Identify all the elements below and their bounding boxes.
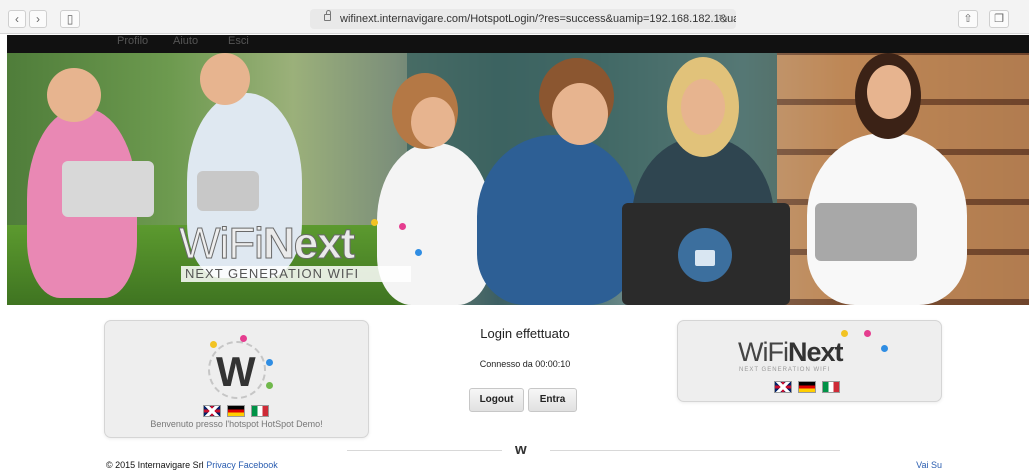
student-face (200, 53, 250, 105)
student-tablet (197, 171, 259, 211)
chevron-right-icon[interactable]: › (29, 10, 47, 28)
uk-flag[interactable] (774, 381, 792, 393)
logo-dot (266, 382, 273, 389)
germany-flag[interactable] (798, 381, 816, 393)
right-brand-card: WiFiNext NEXT GENERATION WIFI (677, 320, 942, 402)
logo-dot (881, 345, 888, 352)
uk-flag[interactable] (203, 405, 221, 417)
w-logo: W (200, 333, 278, 403)
nav-exit-link[interactable]: Esci (228, 35, 249, 47)
sidebar-icon[interactable]: ▯ (60, 10, 80, 28)
logo-letter: W (216, 348, 256, 395)
italy-flag[interactable] (822, 381, 840, 393)
logo-dot (399, 223, 406, 230)
student-face (552, 83, 608, 145)
welcome-message: Benvenuto presso l'hotspot HotSpot Demo! (150, 419, 323, 429)
footer-w-logo: w (515, 441, 527, 458)
student-tablet (815, 203, 917, 261)
chevron-left-icon[interactable]: ‹ (8, 10, 26, 28)
site-nav: Profilo Aiuto Esci (7, 35, 1029, 53)
browser-toolbar: ‹ › ▯ wifinext.internavigare.com/Hotspot… (0, 0, 1029, 34)
student-laptop (62, 161, 154, 217)
privacy-link[interactable]: Privacy (206, 460, 236, 470)
login-status-title: Login effettuato (480, 326, 570, 341)
lock-icon (324, 10, 331, 21)
url-text: wifinext.internavigare.com/HotspotLogin/… (340, 13, 736, 25)
back-to-top-link[interactable]: Vai Su (916, 460, 942, 470)
wifinext-hero-logo: WiFiNext NEXT GENERATION WIFI (179, 219, 429, 283)
logo-dot (841, 330, 848, 337)
germany-flag[interactable] (227, 405, 245, 417)
logout-button[interactable]: Logout (469, 388, 524, 412)
footer-divider-right (550, 450, 840, 451)
nav-help-link[interactable]: Aiuto (173, 35, 198, 47)
logo-dot (415, 249, 422, 256)
left-welcome-card: W Benvenuto presso l'hotspot HotSpot Dem… (104, 320, 369, 438)
language-flags (203, 405, 269, 417)
logo-title: WiFiNext (179, 219, 356, 268)
logo-dot (371, 219, 378, 226)
italy-flag[interactable] (251, 405, 269, 417)
copyright-text: © 2015 Internavigare Srl (106, 460, 204, 470)
language-flags (774, 381, 840, 393)
student-face (867, 65, 911, 119)
logo-dot (864, 330, 871, 337)
hero-laptop (622, 203, 790, 305)
logo-dot (266, 359, 273, 366)
address-bar[interactable]: wifinext.internavigare.com/HotspotLogin/… (310, 9, 736, 29)
footer-divider-left (347, 450, 502, 451)
wifinext-logo: WiFiNext NEXT GENERATION WIFI (738, 330, 888, 373)
enter-button[interactable]: Entra (528, 388, 577, 412)
nav-profile-link[interactable]: Profilo (117, 35, 148, 47)
share-icon[interactable]: ⇧ (958, 10, 978, 28)
tabs-icon[interactable]: ❐ (989, 10, 1009, 28)
facebook-link[interactable]: Facebook (238, 460, 278, 470)
reload-icon[interactable]: ↻ (718, 9, 728, 29)
lock-icon (678, 228, 732, 282)
logo-title: WiFiNext (738, 337, 844, 367)
student-face (411, 97, 455, 147)
logo-tagline: NEXT GENERATION WIFI (181, 266, 411, 282)
hero-banner: WiFiNext NEXT GENERATION WIFI (7, 53, 1029, 305)
logo-dot (210, 341, 217, 348)
student-face (47, 68, 101, 122)
logo-dot (240, 335, 247, 342)
student-face (681, 79, 725, 135)
logo-tagline: NEXT GENERATION WIFI (739, 367, 831, 373)
student-photo (477, 135, 637, 305)
footer-copyright: © 2015 Internavigare Srl Privacy Faceboo… (106, 460, 278, 470)
connected-time: Connesso da 00:00:10 (479, 359, 571, 369)
